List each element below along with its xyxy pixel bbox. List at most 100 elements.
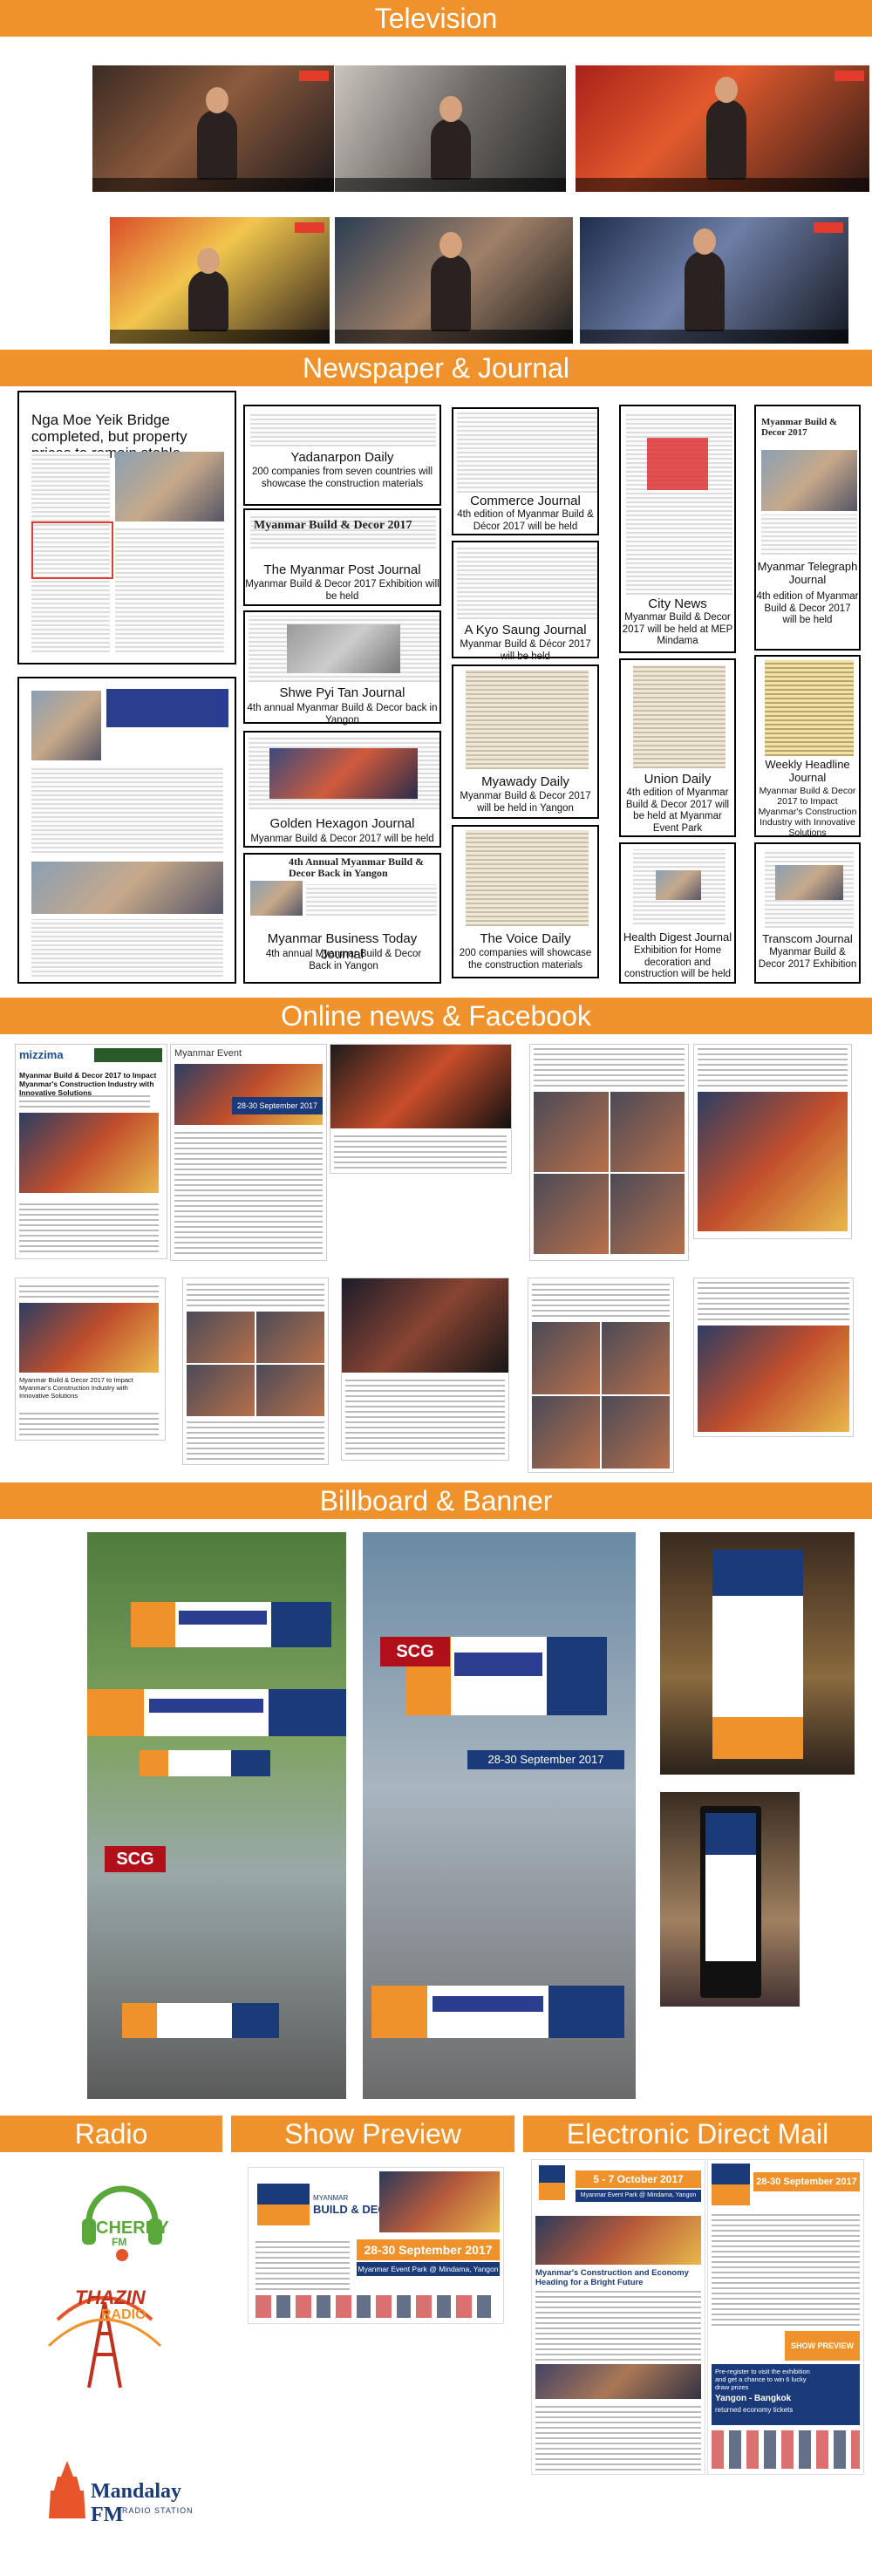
thazin-radio-logo: THAZIN RADIO bbox=[40, 2285, 169, 2389]
a-kyo-saung-title: A Kyo Saung Journal bbox=[464, 623, 587, 637]
edm-a-venue: Myanmar Event Park @ Mindama, Yangon bbox=[576, 2190, 701, 2202]
edm-mail-a: 5 - 7 October 2017 Myanmar Event Park @ … bbox=[532, 2160, 705, 2474]
clipping-yadanarpon: Yadanarpon Daily 200 companies from seve… bbox=[243, 405, 441, 506]
clipping-transcom: Transcom Journal Myanmar Build & Decor 2… bbox=[754, 842, 861, 984]
edm-a-headline: Myanmar's Construction and Economy Headi… bbox=[535, 2268, 689, 2287]
clipping-myawady: Myawady Daily Myanmar Build & Decor 2017… bbox=[452, 664, 599, 819]
online-facebook-post-3 bbox=[694, 1278, 853, 1436]
section-header-radio: Radio bbox=[0, 2116, 222, 2152]
thazin-sub: RADIO bbox=[101, 2307, 146, 2322]
billboard-photo-kiosk bbox=[660, 1792, 800, 2007]
clipping-shwe-pyi-tan: Shwe Pyi Tan Journal 4th annual Myanmar … bbox=[243, 610, 441, 726]
edm-a-dates: 5 - 7 October 2017 bbox=[576, 2171, 701, 2188]
online-facebook-post-2 bbox=[183, 1278, 328, 1464]
billboard-photo-street: SCG bbox=[87, 1532, 346, 2099]
eleven-headline: Myanmar Build & Decor 2017 to Impact Mya… bbox=[19, 1376, 133, 1400]
tv-still-1 bbox=[92, 65, 334, 192]
clipping-weekly-headline: Weekly Headline Journal Myanmar Build & … bbox=[754, 655, 861, 838]
booth-banner-2 bbox=[371, 1986, 624, 2038]
telegraph-desc: 4th edition of Myanmar Build & Decor 201… bbox=[756, 591, 859, 625]
clipping-voice: The Voice Daily 200 companies will showc… bbox=[452, 825, 599, 978]
tv-still-5 bbox=[335, 217, 573, 344]
clipping-myanmar-post: Myanmar Build & Decor 2017 The Myanmar P… bbox=[243, 508, 441, 606]
voice-desc: 200 companies will showcase the construc… bbox=[459, 948, 592, 971]
a-kyo-saung-desc: Myanmar Build & Décor 2017 will be held bbox=[460, 639, 591, 662]
golden-hexagon-title: Golden Hexagon Journal bbox=[269, 816, 415, 831]
mandalay-name: Mandalay FM bbox=[91, 2480, 182, 2526]
street-banner-2 bbox=[87, 1689, 346, 1736]
mizzima-brand: mizzima bbox=[19, 1048, 64, 1061]
commerce-title: Commerce Journal bbox=[470, 494, 581, 508]
cherry-name: CHERRY bbox=[96, 2218, 169, 2238]
myawady-desc: Myanmar Build & Decor 2017 will be held … bbox=[460, 791, 591, 814]
yadanarpon-title: Yadanarpon Daily bbox=[290, 450, 394, 465]
clipping-bridge: Nga Moe Yeik Bridge completed, but prope… bbox=[17, 391, 236, 664]
edm-b-route-sub: returned economy tickets bbox=[715, 2406, 794, 2414]
shwe-pyi-tan-desc: 4th annual Myanmar Build & Decor back in… bbox=[247, 703, 438, 726]
section-header-show-preview: Show Preview bbox=[231, 2116, 514, 2152]
event-brand: Myanmar Event bbox=[174, 1048, 242, 1059]
union-daily-desc: 4th edition of Myanmar Build & Decor 201… bbox=[625, 787, 730, 834]
transcom-title: Transcom Journal bbox=[762, 932, 853, 945]
tv-still-2 bbox=[335, 65, 566, 192]
weekly-headline-title: Weekly Headline Journal bbox=[765, 758, 850, 784]
clipping-health-digest: Health Digest Journal Exhibition for Hom… bbox=[619, 842, 736, 984]
tv-still-4 bbox=[110, 217, 330, 344]
clipping-myanmar-build bbox=[17, 677, 236, 984]
standee-banner bbox=[712, 1550, 803, 1759]
online-eleven: Myanmar Build & Decor 2017 to Impact Mya… bbox=[16, 1278, 165, 1440]
online-facebook-post-1 bbox=[694, 1045, 851, 1238]
clipping-myanmar-business-today: 4th Annual Myanmar Build & Decor Back in… bbox=[243, 853, 441, 984]
city-news-title: City News bbox=[648, 596, 707, 611]
show-preview-flyer: MYANMAR BUILD & DECOR 28-30 September 20… bbox=[249, 2168, 503, 2323]
street-banner-1 bbox=[131, 1602, 331, 1647]
telegraph-title: Myanmar Telegraph Journal bbox=[757, 560, 858, 586]
preview-brand-top: MYANMAR bbox=[313, 2194, 349, 2202]
section-header-edm: Electronic Direct Mail bbox=[523, 2116, 872, 2152]
section-header-newspaper: Newspaper & Journal bbox=[0, 350, 872, 386]
event-dates: 28-30 September 2017 bbox=[232, 1097, 323, 1114]
billboard-photo-booth: SCG 28-30 September 2017 bbox=[363, 1532, 636, 2099]
shwe-pyi-tan-title: Shwe Pyi Tan Journal bbox=[279, 685, 405, 700]
mandalay-sub: RADIO STATION bbox=[122, 2506, 194, 2515]
online-facebook-album-2 bbox=[528, 1278, 673, 1472]
cherry-fm-logo: CHERRY FM bbox=[70, 2170, 174, 2266]
commerce-desc: 4th edition of Myanmar Build & Décor 201… bbox=[457, 509, 594, 532]
preview-dates: 28-30 September 2017 bbox=[357, 2239, 500, 2260]
section-header-online: Online news & Facebook bbox=[0, 998, 872, 1034]
union-daily-title: Union Daily bbox=[644, 772, 712, 787]
headphones-icon bbox=[82, 2185, 162, 2261]
scg-sign-left: SCG bbox=[105, 1846, 166, 1872]
mizzima-headline: Myanmar Build & Decor 2017 to Impact Mya… bbox=[19, 1071, 157, 1097]
billboard-dates: 28-30 September 2017 bbox=[467, 1750, 624, 1769]
edm-b-dates: 28-30 September 2017 bbox=[753, 2172, 860, 2191]
myanmar-post-desc: Myanmar Build & Decor 2017 Exhibition wi… bbox=[245, 579, 439, 602]
section-header-television: Television bbox=[0, 0, 872, 37]
edm-b-show-preview: SHOW PREVIEW 2017 bbox=[785, 2331, 860, 2380]
myawady-title: Myawady Daily bbox=[481, 774, 569, 789]
mbt-desc: 4th annual Myanmar Build & Decor Back in… bbox=[265, 949, 422, 971]
clipping-myanmar-telegraph: Myanmar Build & Decor 2017 Myanmar Teleg… bbox=[754, 405, 861, 651]
tv-still-6 bbox=[580, 217, 848, 344]
myanmar-post-title: The Myanmar Post Journal bbox=[263, 562, 421, 577]
section-header-billboard: Billboard & Banner bbox=[0, 1482, 872, 1519]
clipping-commerce: Commerce Journal 4th edition of Myanmar … bbox=[452, 407, 599, 535]
pagoda-icon bbox=[49, 2461, 85, 2518]
weekly-headline-desc: Myanmar Build & Decor 2017 to Impact Mya… bbox=[758, 786, 857, 838]
edm-b-route: Yangon - Bangkok bbox=[715, 2394, 792, 2403]
online-myanmar-event: Myanmar Event 28-30 September 2017 bbox=[171, 1045, 326, 1260]
online-facebook-video-1 bbox=[330, 1045, 511, 1173]
billboard-photo-standee bbox=[660, 1532, 855, 1775]
online-mizzima: mizzima Myanmar Build & Decor 2017 to Im… bbox=[16, 1045, 167, 1258]
health-digest-title: Health Digest Journal bbox=[623, 930, 732, 944]
clipping-union-daily: Union Daily 4th edition of Myanmar Build… bbox=[619, 658, 736, 837]
mbt-masthead: 4th Annual Myanmar Build & Decor Back in… bbox=[289, 855, 425, 879]
tv-still-3 bbox=[576, 65, 869, 192]
mandalay-fm-logo: Mandalay FM RADIO STATION bbox=[47, 2459, 204, 2529]
edm-b-banner: Pre-register to visit the exhibition and… bbox=[715, 2368, 810, 2391]
street-banner-4 bbox=[122, 2003, 279, 2038]
city-news-desc: Myanmar Build & Decor 2017 will be held … bbox=[622, 612, 733, 646]
thazin-name: THAZIN bbox=[75, 2286, 146, 2308]
health-digest-desc: Exhibition for Home decoration and const… bbox=[623, 945, 732, 979]
kiosk-screen bbox=[705, 1813, 756, 1961]
